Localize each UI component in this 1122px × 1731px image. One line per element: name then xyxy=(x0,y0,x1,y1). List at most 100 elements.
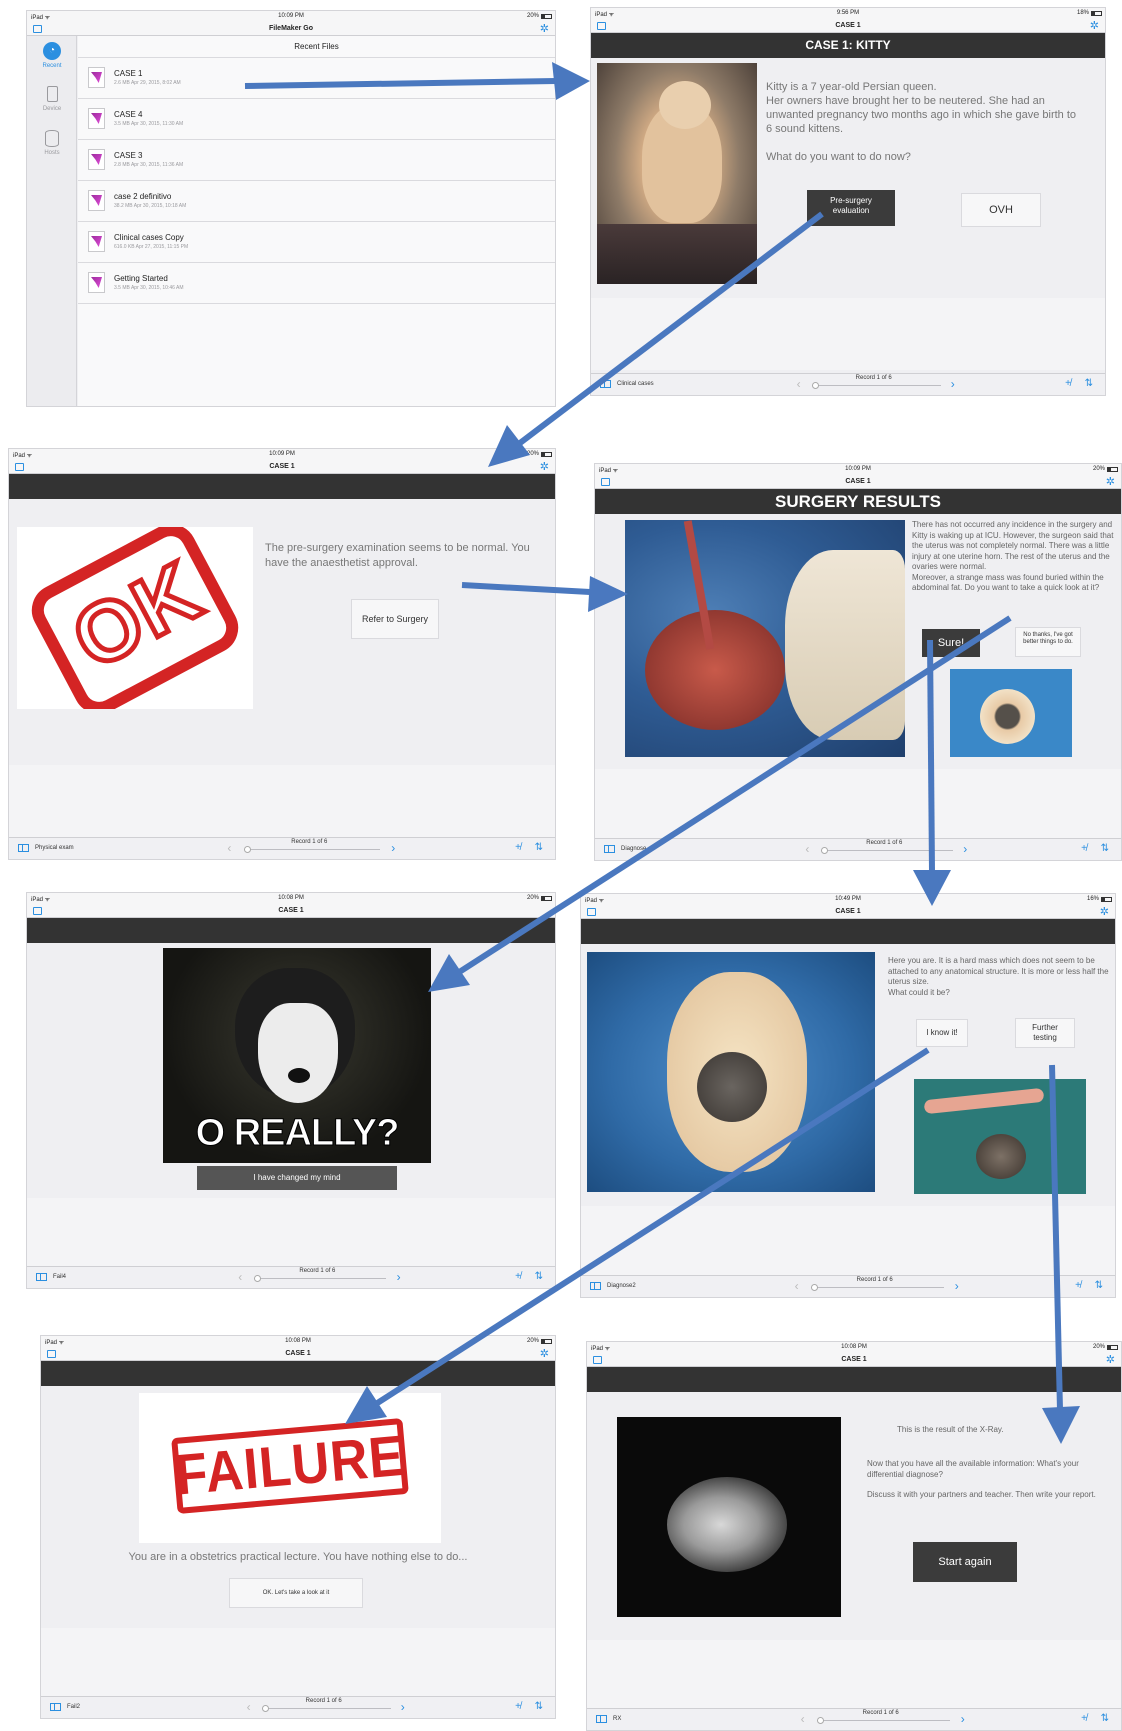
refer-to-surgery-button[interactable]: Refer to Surgery xyxy=(351,599,439,639)
layout-icon[interactable] xyxy=(33,25,42,33)
chevron-right-icon[interactable]: › xyxy=(961,1712,965,1726)
sort-icon[interactable]: ⇅ xyxy=(1095,1280,1103,1291)
gear-icon[interactable]: ✲ xyxy=(540,1347,549,1361)
file-title: CASE 1 xyxy=(845,478,871,485)
layout-name[interactable]: Physical exam xyxy=(35,845,74,851)
chevron-left-icon[interactable]: ‹ xyxy=(797,377,801,391)
surgery-results-screen: iPad ᯤ 10:09 PM 20% CASE 1 ✲ SURGERY RES… xyxy=(594,463,1122,861)
record-slider-knob[interactable] xyxy=(262,1705,270,1712)
chevron-right-icon[interactable]: › xyxy=(951,377,955,391)
no-thanks-button[interactable]: No thanks, I've got better things to do. xyxy=(1015,627,1081,657)
layout-icon[interactable] xyxy=(47,1350,56,1358)
i-know-it-button[interactable]: I know it! xyxy=(916,1019,968,1047)
differential-question-text: Now that you have all the available info… xyxy=(867,1459,1079,1479)
layout-name[interactable]: RX xyxy=(613,1716,621,1722)
record-slider-knob[interactable] xyxy=(243,846,251,853)
chevron-right-icon[interactable]: › xyxy=(391,841,395,855)
new-record-icon[interactable]: +̸ xyxy=(515,1271,521,1282)
chevron-left-icon[interactable]: ‹ xyxy=(227,841,231,855)
sort-icon[interactable]: ⇅ xyxy=(1101,843,1109,854)
lets-take-a-look-button[interactable]: OK. Let's take a look at it xyxy=(229,1578,363,1608)
chevron-right-icon[interactable]: › xyxy=(963,842,967,856)
chevron-right-icon[interactable]: › xyxy=(401,1700,405,1714)
file-row[interactable]: Clinical cases Copy 616.0 KB Apr 27, 201… xyxy=(78,222,555,263)
chevron-left-icon[interactable]: ‹ xyxy=(805,842,809,856)
sort-icon[interactable]: ⇅ xyxy=(535,1701,543,1712)
record-slider[interactable] xyxy=(812,385,941,386)
xray-result-text: This is the result of the X-Ray. xyxy=(897,1425,1004,1434)
new-record-icon[interactable]: +̸ xyxy=(1081,843,1087,854)
gear-icon[interactable]: ✲ xyxy=(1106,475,1115,489)
table-view-icon[interactable] xyxy=(590,1282,601,1290)
file-row[interactable]: case 2 definitivo 38.2 MB Apr 30, 2015, … xyxy=(78,181,555,222)
record-slider[interactable] xyxy=(816,1720,951,1721)
gear-icon[interactable]: ✲ xyxy=(540,460,549,474)
chevron-left-icon[interactable]: ‹ xyxy=(801,1712,805,1726)
layout-name[interactable]: Clinical cases xyxy=(617,381,654,387)
clock-icon: ◔ xyxy=(43,42,61,60)
gear-icon[interactable]: ✲ xyxy=(1106,1353,1115,1367)
changed-mind-button[interactable]: I have changed my mind xyxy=(197,1166,397,1190)
new-record-icon[interactable]: +̸ xyxy=(515,1701,521,1712)
file-row[interactable]: CASE 1 2.6 MB Apr 29, 2015, 8:02 AM xyxy=(78,58,555,99)
layout-icon[interactable] xyxy=(593,1356,602,1364)
file-row[interactable]: CASE 4 3.5 MB Apr 30, 2015, 11:30 AM xyxy=(78,99,555,140)
record-slider-knob[interactable] xyxy=(254,1275,262,1282)
gear-icon[interactable]: ✲ xyxy=(540,22,549,36)
chevron-left-icon[interactable]: ‹ xyxy=(238,1270,242,1284)
layout-icon[interactable] xyxy=(601,478,610,486)
layout-icon[interactable] xyxy=(33,907,42,915)
table-view-icon[interactable] xyxy=(600,380,611,388)
record-slider-knob[interactable] xyxy=(810,1284,818,1291)
record-slider[interactable] xyxy=(821,850,953,851)
layout-icon[interactable] xyxy=(15,463,24,471)
record-slider[interactable] xyxy=(254,1278,387,1279)
ovh-button[interactable]: OVH xyxy=(961,193,1041,227)
sort-icon[interactable]: ⇅ xyxy=(1085,378,1093,389)
sidebar-item-hosts[interactable]: Hosts xyxy=(27,130,77,156)
sure-button[interactable]: Sure! xyxy=(922,629,980,657)
record-slider[interactable] xyxy=(262,1708,391,1709)
record-slider-knob[interactable] xyxy=(816,1717,824,1724)
gear-icon[interactable]: ✲ xyxy=(1090,19,1099,33)
record-counter: Record 1 of 6 xyxy=(862,1710,899,1716)
record-slider-knob[interactable] xyxy=(821,847,829,854)
chevron-left-icon[interactable]: ‹ xyxy=(247,1700,251,1714)
file-row[interactable]: CASE 3 2.8 MB Apr 30, 2015, 11:36 AM xyxy=(78,140,555,181)
layout-icon[interactable] xyxy=(587,908,596,916)
sidebar-item-recent[interactable]: ◔ Recent xyxy=(27,42,77,69)
record-slider[interactable] xyxy=(243,849,381,850)
chevron-right-icon[interactable]: › xyxy=(955,1279,959,1293)
table-view-icon[interactable] xyxy=(604,845,615,853)
layout-name[interactable]: Fail4 xyxy=(53,1274,66,1280)
record-slider-knob[interactable] xyxy=(812,382,820,389)
layout-icon[interactable] xyxy=(597,22,606,30)
chevron-right-icon[interactable]: › xyxy=(397,1270,401,1284)
sort-icon[interactable]: ⇅ xyxy=(535,1271,543,1282)
table-view-icon[interactable] xyxy=(50,1703,61,1711)
sidebar-item-device[interactable]: Device xyxy=(27,86,77,112)
file-name: CASE 4 xyxy=(114,110,143,119)
start-again-button[interactable]: Start again xyxy=(913,1542,1017,1582)
layout-name[interactable]: Fail2 xyxy=(67,1704,80,1710)
layout-name[interactable]: Diagnose2 xyxy=(607,1283,636,1289)
chevron-left-icon[interactable]: ‹ xyxy=(795,1279,799,1293)
layout-name[interactable]: Diagnose xyxy=(621,846,646,852)
file-row[interactable]: Getting Started 3.5 MB Apr 30, 2015, 10:… xyxy=(78,263,555,304)
table-view-icon[interactable] xyxy=(596,1715,607,1723)
new-record-icon[interactable]: +̸ xyxy=(515,842,521,853)
record-slider[interactable] xyxy=(810,1287,945,1288)
case-header xyxy=(9,474,555,499)
sort-icon[interactable]: ⇅ xyxy=(535,842,543,853)
table-view-icon[interactable] xyxy=(36,1273,47,1281)
pre-surgery-evaluation-button[interactable]: Pre-surgery evaluation xyxy=(807,190,895,226)
further-testing-button[interactable]: Further testing xyxy=(1015,1018,1075,1048)
gear-icon[interactable]: ✲ xyxy=(1100,905,1109,919)
new-record-icon[interactable]: +̸ xyxy=(1081,1713,1087,1724)
new-record-icon[interactable]: +̸ xyxy=(1075,1280,1081,1291)
new-record-icon[interactable]: +̸ xyxy=(1065,378,1071,389)
filemaker-file-icon xyxy=(88,272,105,293)
file-meta: 38.2 MB Apr 30, 2015, 10:18 AM xyxy=(114,203,187,209)
sort-icon[interactable]: ⇅ xyxy=(1101,1713,1109,1724)
table-view-icon[interactable] xyxy=(18,844,29,852)
